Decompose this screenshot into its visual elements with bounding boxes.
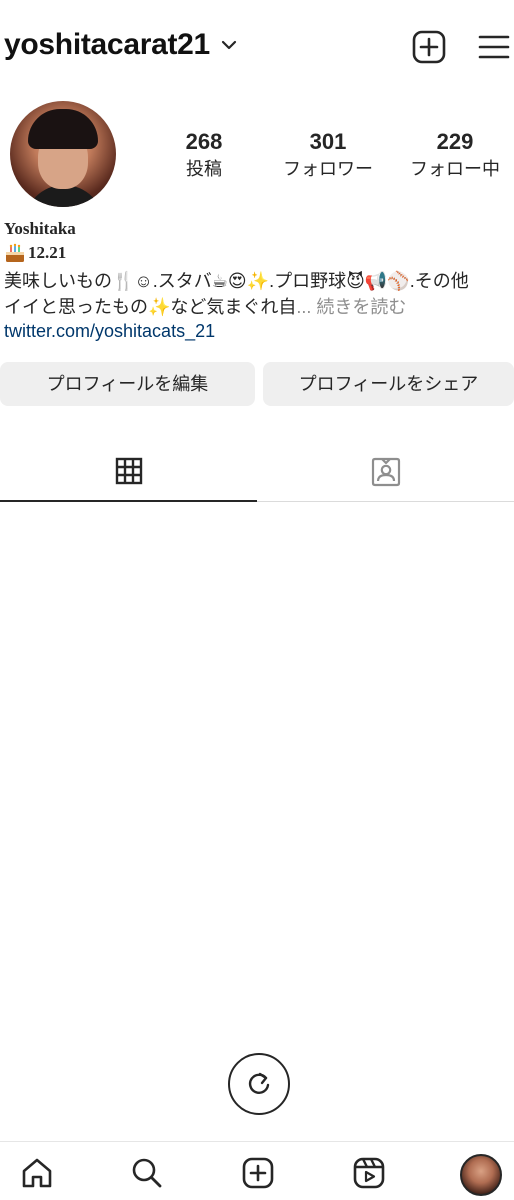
reels-icon — [353, 1157, 385, 1189]
menu-icon[interactable] — [474, 28, 512, 66]
stat-posts[interactable]: 268 投稿 — [164, 128, 244, 182]
followers-count: 301 — [309, 129, 347, 154]
new-post-icon[interactable] — [410, 28, 448, 66]
avatar-hair — [28, 109, 98, 149]
tab-grid[interactable] — [0, 442, 257, 502]
search-icon — [132, 1158, 162, 1188]
display-name: Yoshitaka — [4, 219, 76, 238]
create-icon — [242, 1157, 274, 1189]
birthday-date: 12.21 — [28, 243, 67, 262]
bottom-navigation — [0, 1141, 514, 1200]
refresh-icon — [248, 1072, 270, 1094]
grid-icon — [115, 457, 142, 485]
chevron-down-icon — [221, 40, 237, 50]
username: yoshitacarat21 — [4, 28, 210, 61]
profile-avatar[interactable] — [10, 101, 116, 207]
account-switcher[interactable]: yoshitacarat21 — [4, 28, 238, 62]
nav-create[interactable] — [241, 1156, 275, 1190]
tagged-user-icon — [371, 457, 400, 487]
profile-tabs — [0, 442, 514, 502]
tab-tagged[interactable] — [257, 442, 514, 502]
birthday-cake-icon — [6, 243, 24, 262]
following-label: フォロー中 — [410, 159, 500, 179]
refresh-button[interactable] — [228, 1053, 290, 1115]
bio-line-2-text: イイと思ったもの✨など気まぐれ自 — [4, 297, 297, 317]
stat-following[interactable]: 229 フォロー中 — [402, 128, 508, 182]
stat-followers[interactable]: 301 フォロワー — [278, 128, 378, 182]
bio-line-1: 美味しいもの🍴☺.スタバ☕😍✨.プロ野球😈📢⚾.その他 — [4, 271, 469, 291]
posts-label: 投稿 — [186, 159, 222, 179]
nav-reels[interactable] — [352, 1156, 386, 1190]
posts-count: 268 — [185, 129, 223, 154]
nav-profile-avatar[interactable] — [460, 1154, 502, 1196]
nav-home[interactable] — [20, 1156, 54, 1190]
home-icon — [22, 1158, 52, 1188]
edit-profile-button[interactable]: プロフィールを編集 — [0, 362, 255, 406]
top-bar: yoshitacarat21 — [0, 0, 514, 96]
bio: 美味しいもの🍴☺.スタバ☕😍✨.プロ野球😈📢⚾.その他 イイと思ったもの✨など気… — [4, 268, 514, 320]
nav-search[interactable] — [130, 1156, 164, 1190]
bio-line-2: イイと思ったもの✨など気まぐれ自... 続きを読む — [4, 294, 514, 320]
birthday-line: 12.21 — [4, 243, 66, 263]
followers-label: フォロワー — [283, 159, 373, 179]
read-more-link[interactable]: ... 続きを読む — [296, 297, 406, 317]
share-profile-button[interactable]: プロフィールをシェア — [263, 362, 514, 406]
following-count: 229 — [436, 129, 474, 154]
profile-link[interactable]: twitter.com/yoshitacats_21 — [4, 321, 215, 342]
